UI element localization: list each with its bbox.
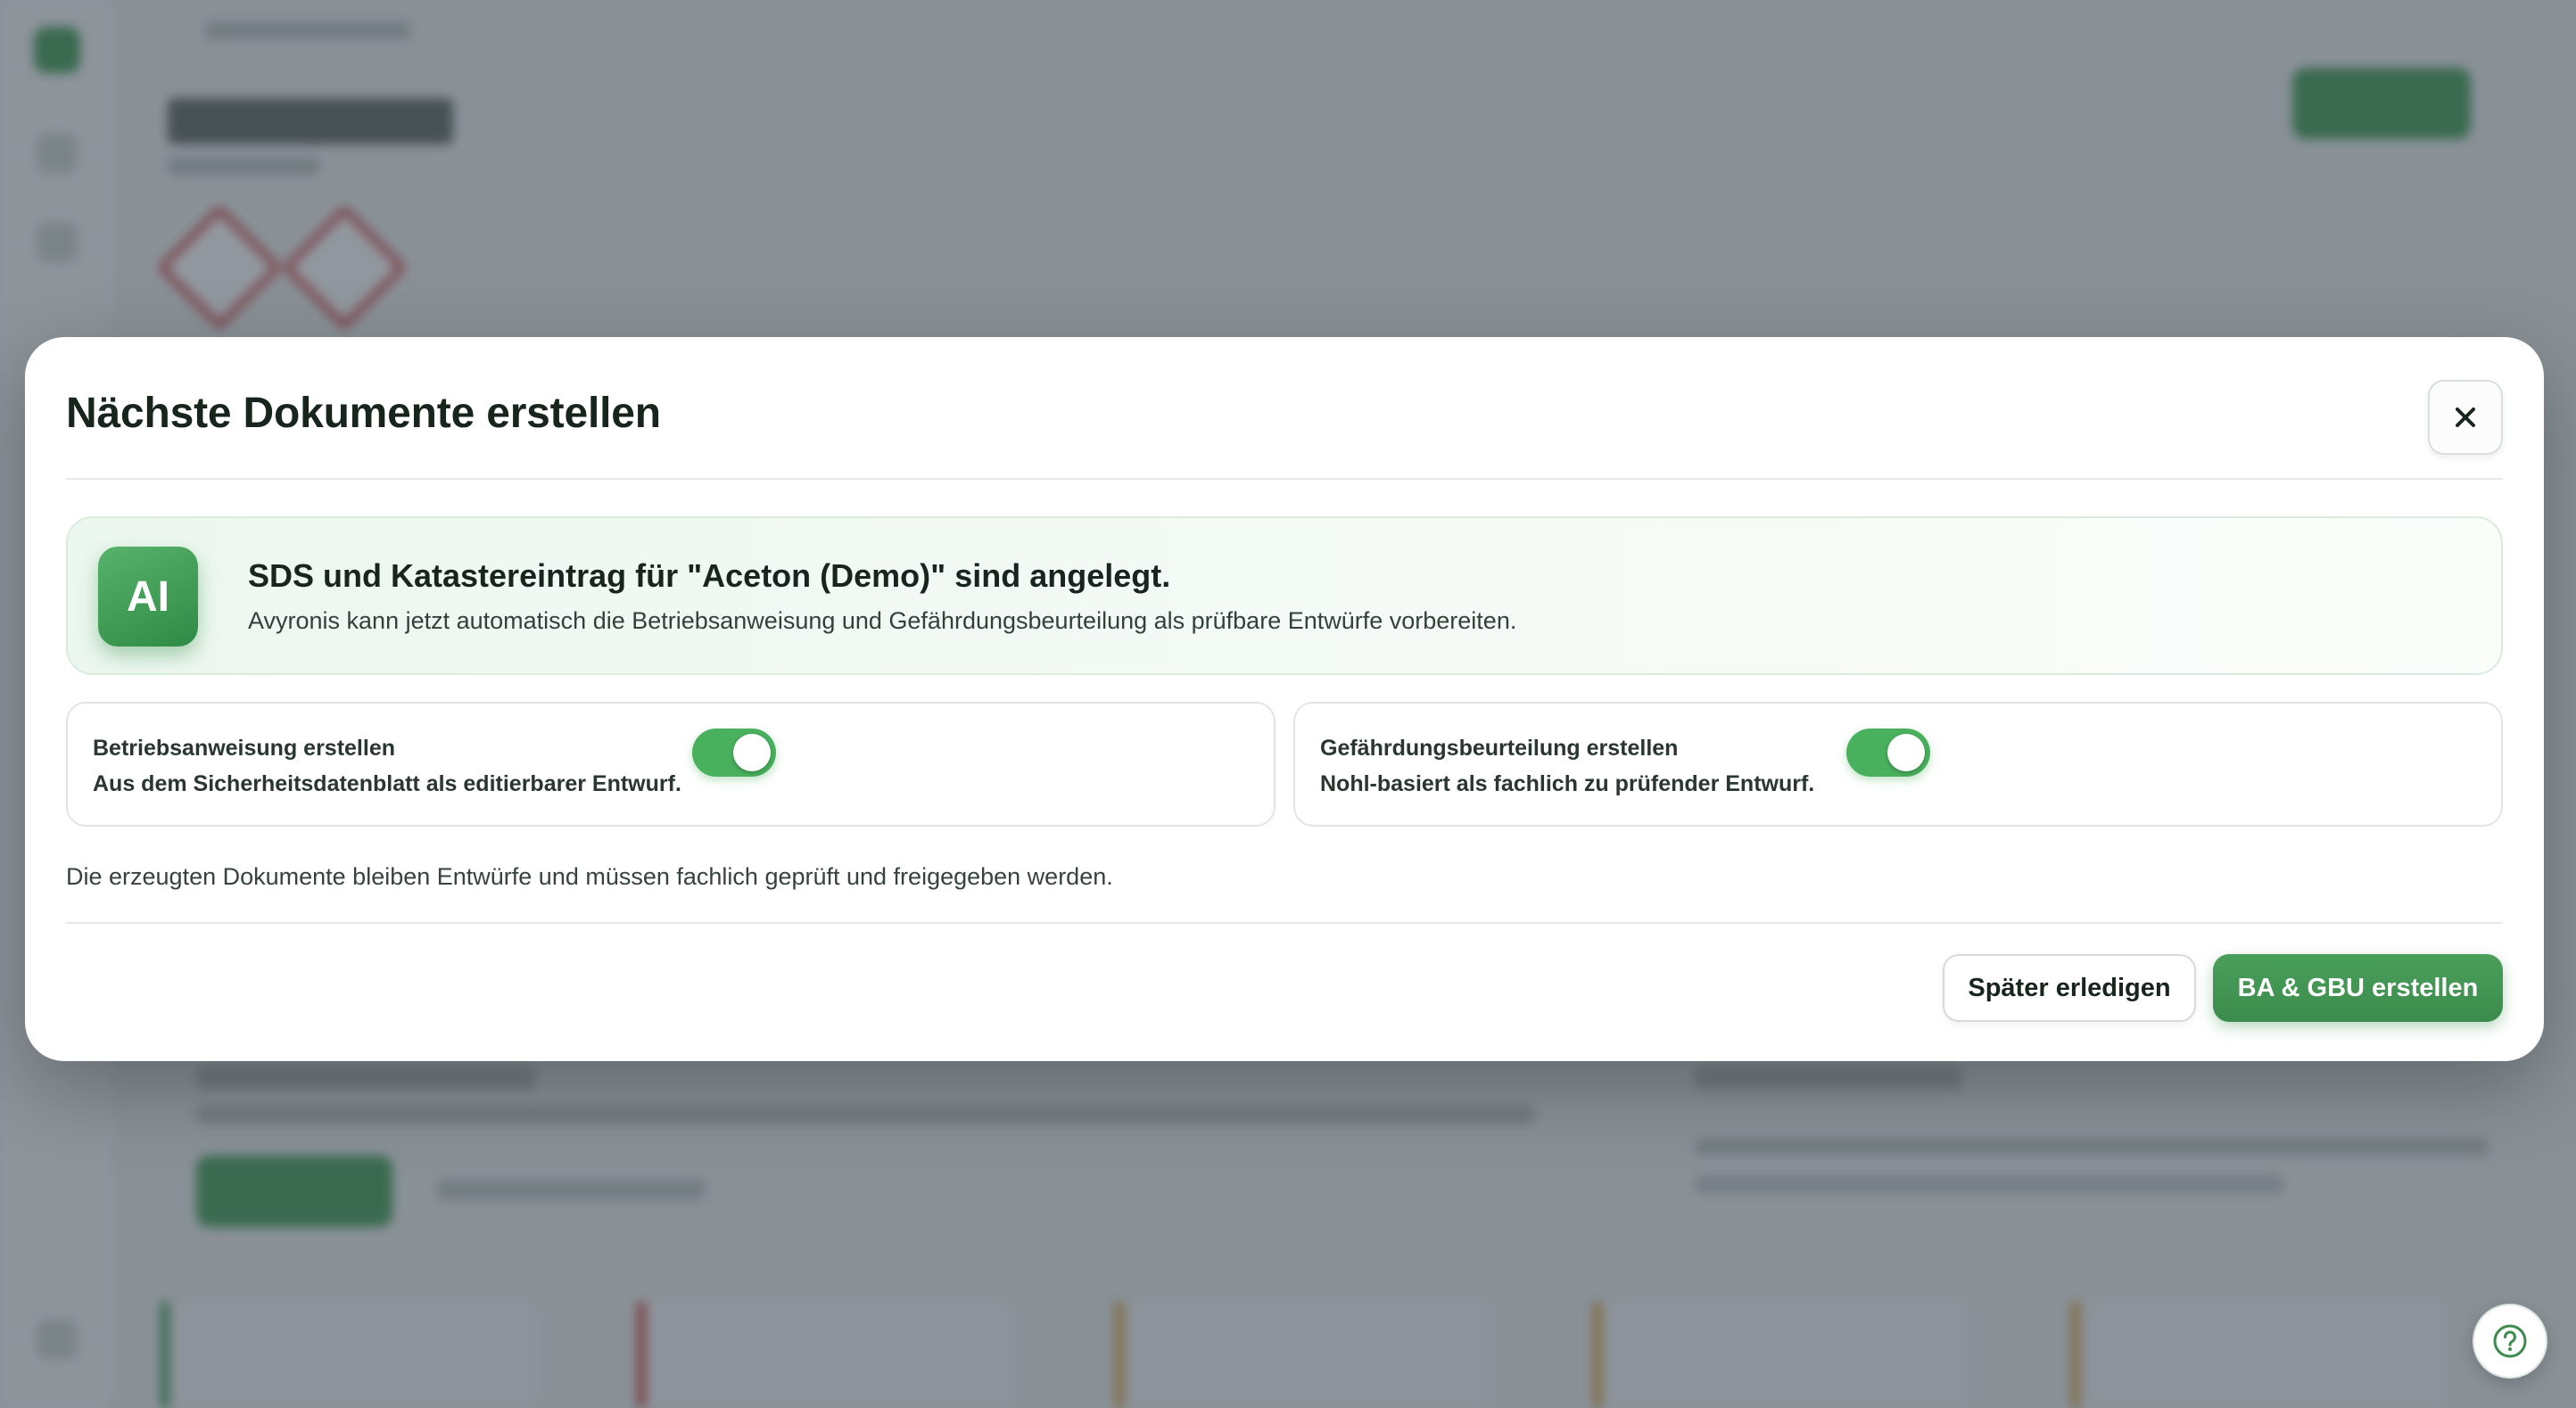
gefaehrdungsbeurteilung-toggle[interactable] xyxy=(1846,729,1930,777)
create-ba-gbu-button[interactable]: BA & GBU erstellen xyxy=(2213,954,2503,1022)
close-button[interactable] xyxy=(2428,380,2503,455)
option-title: Betriebsanweisung erstellen xyxy=(93,736,396,761)
dialog-title: Nächste Dokumente erstellen xyxy=(66,390,661,437)
ai-info-banner: AI SDS und Katastereintrag für "Aceton (… xyxy=(66,516,2503,675)
close-icon xyxy=(2456,408,2475,427)
toggle-knob xyxy=(1887,734,1925,771)
option-description: Nohl-basiert als fachlich zu prüfender E… xyxy=(1320,771,1815,796)
betriebsanweisung-toggle[interactable] xyxy=(692,729,776,777)
create-documents-dialog: Nächste Dokumente erstellen AI SDS und K… xyxy=(25,337,2544,1061)
toggle-knob xyxy=(733,734,771,771)
option-title: Gefährdungsbeurteilung erstellen xyxy=(1320,736,1679,761)
divider xyxy=(66,478,2503,480)
option-description: Aus dem Sicherheitsdatenblatt als editie… xyxy=(93,771,681,796)
ai-badge-icon: AI xyxy=(98,547,198,646)
help-circle-icon xyxy=(2493,1324,2527,1358)
draft-notice: Die erzeugten Dokumente bleiben Entwürfe… xyxy=(66,863,1113,890)
banner-title: SDS und Katastereintrag für "Aceton (Dem… xyxy=(248,557,1171,594)
option-betriebsanweisung: Betriebsanweisung erstellen Aus dem Sich… xyxy=(66,702,1276,827)
later-button[interactable]: Später erledigen xyxy=(1943,954,2196,1022)
divider xyxy=(66,922,2503,924)
option-gefaehrdungsbeurteilung: Gefährdungsbeurteilung erstellen Nohl-ba… xyxy=(1293,702,2503,827)
banner-description: Avyronis kann jetzt automatisch die Betr… xyxy=(248,607,1517,634)
help-button[interactable] xyxy=(2473,1304,2547,1379)
